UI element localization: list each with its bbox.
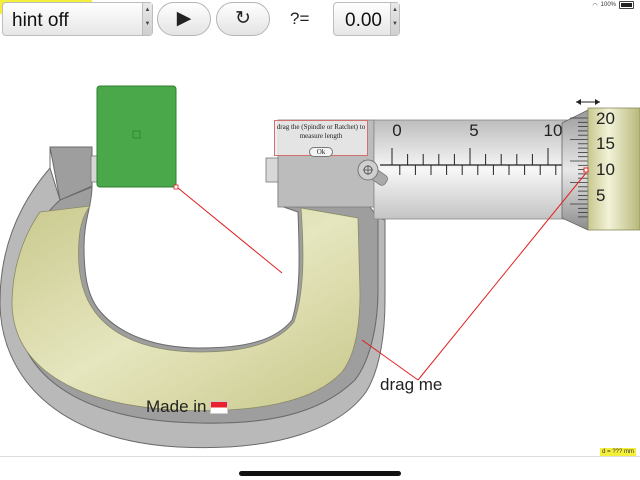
hint-ok-button[interactable]: Ok (308, 147, 334, 157)
thimble-label-15: 15 (596, 134, 615, 153)
thimble-label-20: 20 (596, 109, 615, 128)
thimble-label-10: 10 (596, 160, 615, 179)
object-handle-icon[interactable] (173, 184, 179, 190)
measured-object[interactable] (96, 85, 177, 188)
thimble-label-5: 5 (596, 186, 605, 205)
made-in-label: Made in (146, 397, 229, 417)
main-scale-label-5: 5 (469, 121, 478, 140)
made-in-text: Made in (146, 397, 207, 416)
micrometer-scene: 0 5 10 20 15 10 5 (0, 85, 640, 449)
singapore-flag-icon (210, 401, 229, 415)
hint-text: drag the (Spindle or Ratchet) to measure… (276, 123, 366, 140)
d-readout: d = ??? mm (600, 448, 636, 456)
main-scale-label-10: 10 (544, 121, 563, 140)
hint-tooltip: drag the (Spindle or Ratchet) to measure… (274, 120, 368, 157)
frame-grip (11, 205, 361, 411)
home-indicator[interactable] (239, 471, 401, 476)
width-arrow-icon (576, 99, 600, 105)
bottom-divider (0, 456, 640, 457)
main-scale-label-0: 0 (392, 121, 401, 140)
drag-me-label: drag me (380, 375, 443, 394)
